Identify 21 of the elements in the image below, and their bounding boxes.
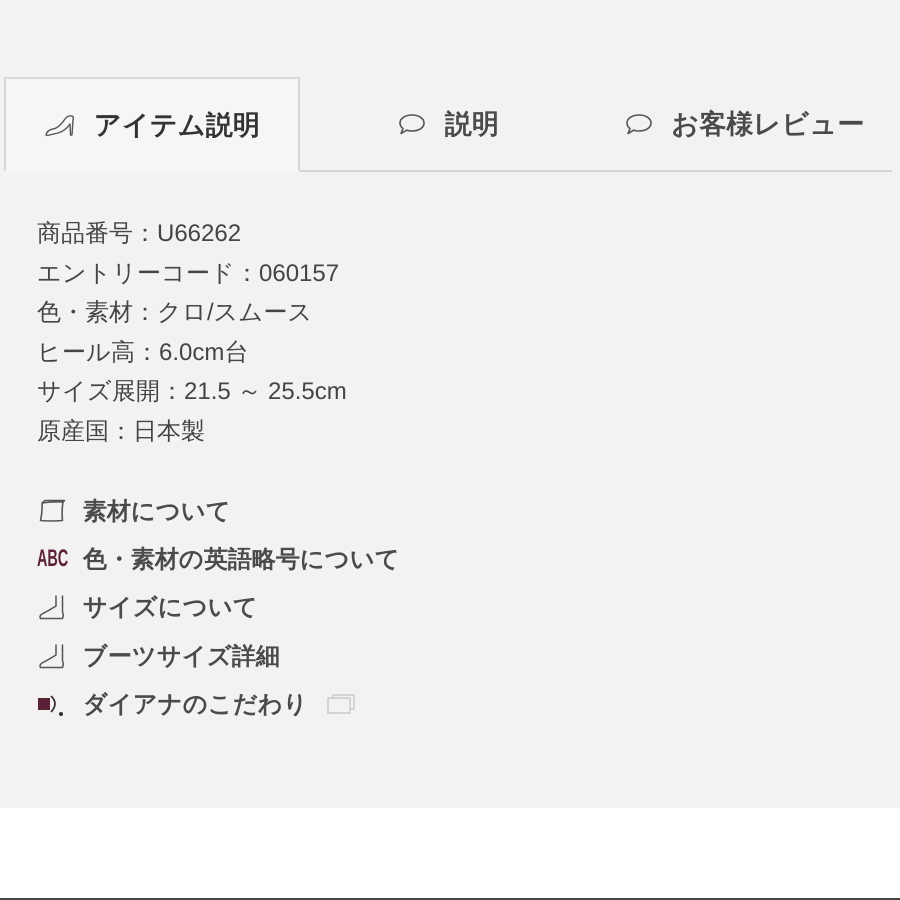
spec-line: 原産国：日本製 xyxy=(37,416,205,447)
spec-line: エントリーコード：060157 xyxy=(37,258,340,289)
fabric-icon xyxy=(37,498,67,524)
spec-line: 商品番号：U66262 xyxy=(37,219,242,249)
tab[interactable]: アイテム説明 xyxy=(4,77,300,172)
speech-bubble-icon xyxy=(624,112,654,136)
info-link[interactable]: 素材について xyxy=(83,494,231,527)
foot-icon xyxy=(37,594,67,620)
high-heel-shoe-icon xyxy=(44,112,76,136)
info-link[interactable]: ダイアナのこだわり xyxy=(83,688,308,720)
abc-icon: ABC xyxy=(37,546,68,572)
spec-line: ヒール高：6.0cm台 xyxy=(37,338,248,368)
foot-icon xyxy=(37,642,67,669)
spec-line: サイズ展開：21.5 ～ 25.5cm xyxy=(37,377,347,408)
info-link[interactable]: ブーツサイズ詳細 xyxy=(83,640,280,672)
info-link[interactable]: サイズについて xyxy=(83,591,258,624)
info-link[interactable]: 色・素材の英語略号について xyxy=(83,543,400,575)
tab[interactable]: お客様レビュー xyxy=(596,77,892,172)
tab[interactable]: 説明 xyxy=(300,77,596,172)
spec-line: 色・素材：クロ/スムース xyxy=(37,298,313,328)
speech-bubble-icon xyxy=(397,112,427,136)
